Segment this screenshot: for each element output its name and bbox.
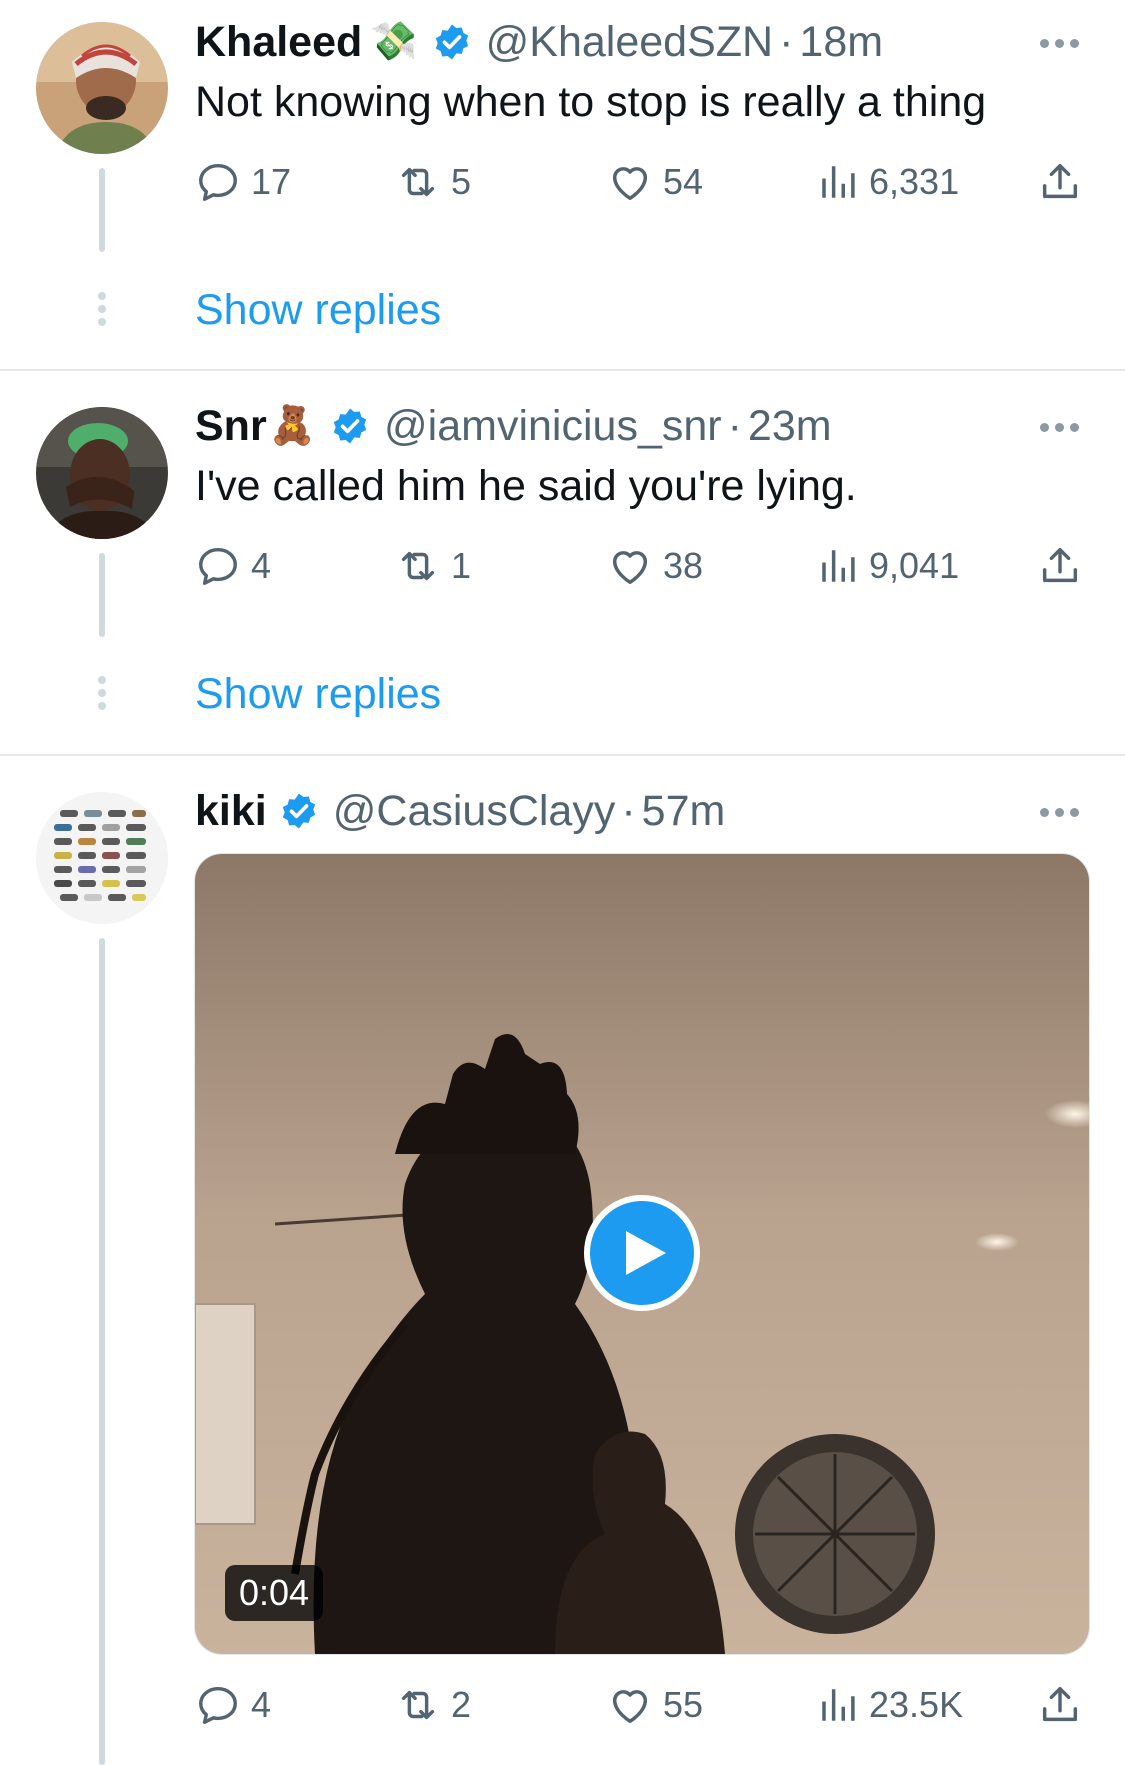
tweet-header: kiki @CasiusClayy · 57m [195, 786, 725, 836]
share-button[interactable] [1037, 157, 1083, 207]
views-icon [817, 161, 859, 203]
share-button[interactable] [1037, 541, 1083, 591]
retweet-icon [395, 1682, 441, 1728]
avatar[interactable] [36, 22, 168, 154]
share-icon [1037, 1682, 1083, 1728]
avatar[interactable] [36, 792, 168, 924]
reply-count: 17 [251, 161, 292, 202]
views-button[interactable]: 9,041 [817, 541, 959, 591]
timestamp[interactable]: 18m [799, 17, 883, 67]
play-icon [626, 1231, 666, 1275]
verified-badge-icon [432, 22, 472, 62]
like-count: 38 [663, 545, 704, 586]
retweet-count: 5 [451, 161, 472, 202]
display-name[interactable]: kiki [195, 786, 267, 836]
reply-button[interactable]: 4 [195, 541, 271, 591]
avatar[interactable] [36, 407, 168, 539]
thread-line [99, 938, 105, 1765]
reply-icon [195, 543, 241, 589]
retweet-count: 2 [451, 1684, 472, 1725]
name-emoji: 💸 [370, 21, 418, 63]
retweet-count: 1 [451, 545, 472, 586]
video-player[interactable]: 0:04 [194, 853, 1090, 1655]
views-icon [817, 1684, 859, 1726]
view-count: 6,331 [869, 161, 960, 202]
reply-icon [195, 1682, 241, 1728]
tweet-header: Snr 🧸 @iamvinicius_snr · 23m [195, 401, 832, 451]
retweet-button[interactable]: 2 [395, 1680, 471, 1730]
tweet-text: Not knowing when to stop is really a thi… [195, 78, 987, 126]
more-options-icon[interactable] [1040, 808, 1079, 817]
display-name[interactable]: Snr [195, 401, 267, 451]
like-button[interactable]: 55 [607, 1680, 703, 1730]
handle[interactable]: @CasiusClayy [333, 786, 616, 836]
tweet-actions: 4 1 38 9,041 [195, 541, 1085, 591]
share-icon [1037, 159, 1083, 205]
thread-gap-dots [96, 292, 108, 331]
show-replies-link[interactable]: Show replies [195, 669, 441, 719]
reply-count: 4 [251, 1684, 272, 1725]
like-icon [607, 1682, 653, 1728]
verified-badge-icon [330, 406, 370, 446]
like-button[interactable]: 38 [607, 541, 703, 591]
view-count: 9,041 [869, 545, 960, 586]
retweet-icon [395, 159, 441, 205]
show-replies-link[interactable]: Show replies [195, 285, 441, 335]
share-icon [1037, 543, 1083, 589]
reply-icon [195, 159, 241, 205]
retweet-button[interactable]: 1 [395, 541, 471, 591]
reply-count: 4 [251, 545, 272, 586]
views-icon [817, 545, 859, 587]
play-button[interactable] [584, 1195, 700, 1311]
like-count: 54 [663, 161, 704, 202]
thread-gap-dots [96, 676, 108, 715]
handle[interactable]: @KhaleedSZN [486, 17, 773, 67]
display-name[interactable]: Khaleed [195, 17, 362, 67]
separator: · [727, 402, 742, 450]
timestamp[interactable]: 23m [748, 401, 832, 451]
video-duration: 0:04 [225, 1565, 324, 1621]
tweet-actions: 17 5 54 6,331 [195, 157, 1085, 207]
retweet-button[interactable]: 5 [395, 157, 471, 207]
like-icon [607, 159, 653, 205]
name-emoji: 🧸 [268, 405, 317, 447]
share-button[interactable] [1037, 1680, 1083, 1730]
handle[interactable]: @iamvinicius_snr [384, 401, 722, 451]
views-button[interactable]: 6,331 [817, 157, 959, 207]
tweet-actions: 4 2 55 23.5K [195, 1680, 1085, 1730]
separator: · [621, 787, 636, 835]
thread-line [99, 553, 105, 637]
reply-button[interactable]: 4 [195, 1680, 271, 1730]
reply-button[interactable]: 17 [195, 157, 291, 207]
verified-badge-icon [279, 791, 319, 831]
view-count: 23.5K [869, 1684, 964, 1725]
tweet-text: I've called him he said you're lying. [195, 462, 857, 510]
more-options-icon[interactable] [1040, 39, 1079, 48]
separator: · [779, 18, 794, 66]
like-button[interactable]: 54 [607, 157, 703, 207]
like-icon [607, 543, 653, 589]
tweet-header: Khaleed 💸 @KhaleedSZN · 18m [195, 17, 883, 67]
tweet-snr[interactable]: Snr 🧸 @iamvinicius_snr · 23m I've called… [0, 371, 1125, 755]
views-button[interactable]: 23.5K [817, 1680, 963, 1730]
retweet-icon [395, 543, 441, 589]
thread-line [99, 168, 105, 252]
more-options-icon[interactable] [1040, 423, 1079, 432]
like-count: 55 [663, 1684, 704, 1725]
timestamp[interactable]: 57m [642, 786, 726, 836]
tweet-khaleed[interactable]: Khaleed 💸 @KhaleedSZN · 18m Not knowing … [0, 0, 1125, 370]
